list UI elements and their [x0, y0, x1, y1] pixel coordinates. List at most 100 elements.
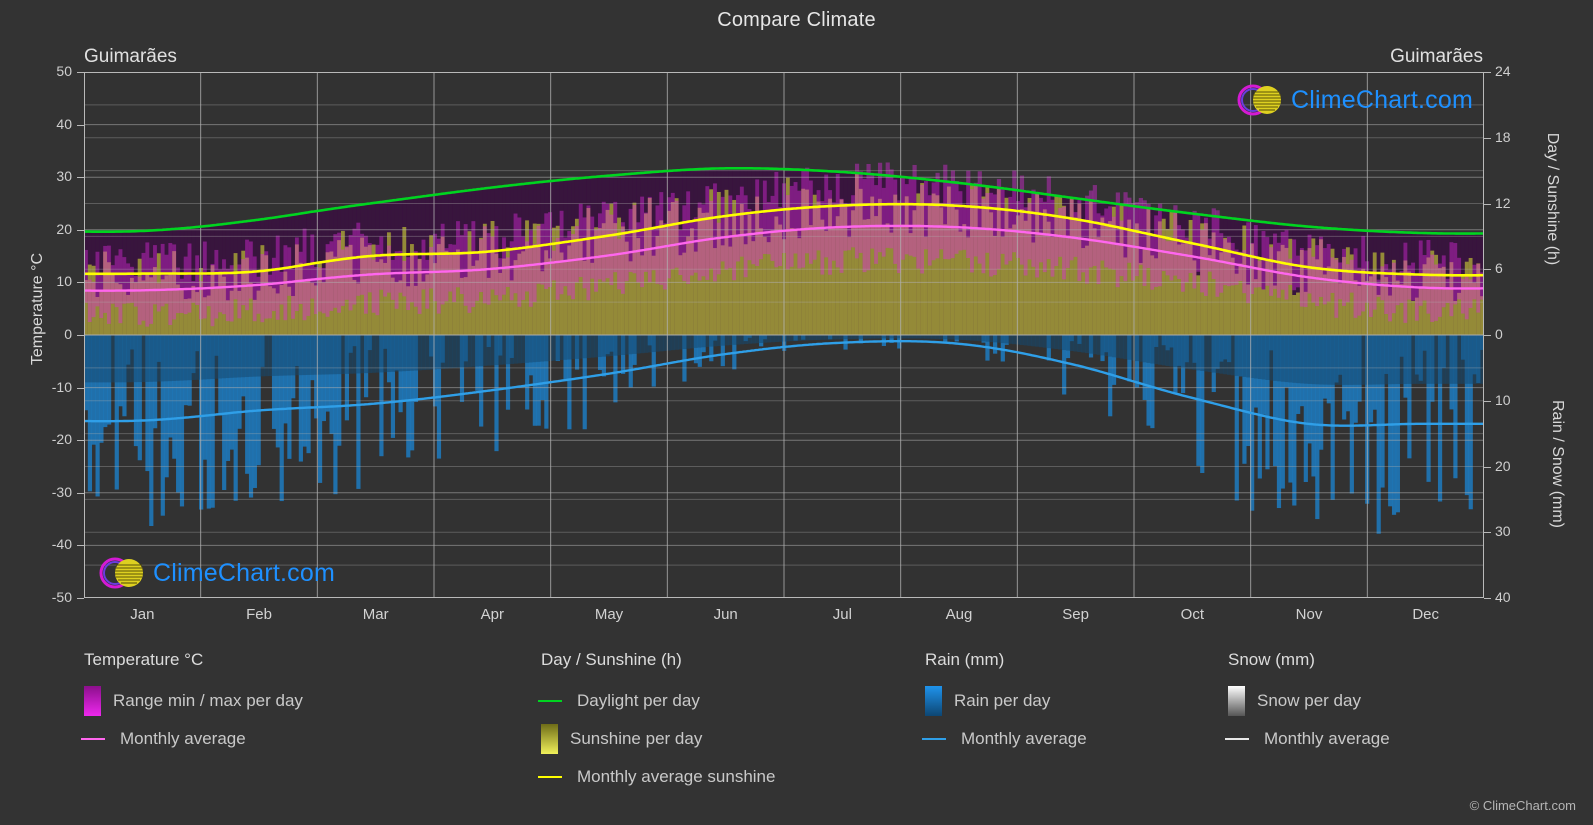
rain-wash — [1184, 335, 1190, 369]
tick-mark — [1484, 137, 1491, 139]
temperature-range-bar — [214, 249, 219, 319]
legend-item-rain[interactable]: Rain per day — [925, 682, 1087, 720]
rain-wash — [762, 335, 768, 343]
rain-wash — [559, 335, 564, 361]
rain-wash — [1173, 335, 1178, 368]
temperature-range-bar — [824, 174, 829, 258]
sunshine-bar — [1296, 292, 1301, 335]
rain-wash — [1150, 335, 1155, 364]
temperature-range-bar — [141, 252, 146, 321]
rain-wash — [950, 335, 956, 340]
temperature-range-bar — [1453, 243, 1458, 305]
rain-wash — [107, 335, 112, 383]
temperature-range-bar — [95, 251, 100, 307]
rain-wash — [1039, 335, 1044, 348]
temperature-range-bar — [348, 235, 353, 311]
temperature-range-bar — [99, 275, 104, 319]
rain-wash — [866, 335, 871, 339]
rain-wash — [298, 335, 303, 376]
rain-wash — [1119, 335, 1124, 359]
legend-item-snow-average[interactable]: Monthly average — [1225, 720, 1390, 758]
rain-wash — [739, 335, 745, 345]
rain-wash — [805, 335, 810, 341]
rain-wash — [716, 335, 722, 346]
temperature-range-bar — [1434, 264, 1439, 321]
temperature-range-bar — [793, 182, 798, 254]
rain-wash — [176, 335, 181, 381]
temperature-range-bar — [724, 217, 729, 270]
temperature-range-bar — [1449, 242, 1454, 317]
sunshine-bar — [1138, 262, 1143, 335]
temperature-range-bar — [739, 186, 745, 257]
rain-wash — [110, 335, 116, 383]
legend-item-rain-average[interactable]: Monthly average — [922, 720, 1087, 758]
legend-item-daylight[interactable]: Daylight per day — [538, 682, 775, 720]
rain-wash — [321, 335, 326, 375]
temperature-range-bar — [916, 203, 921, 269]
rain-wash — [1134, 335, 1140, 362]
temperature-range-bar — [785, 195, 791, 270]
rain-wash — [1027, 335, 1032, 346]
rain-wash — [509, 335, 514, 364]
rain-wash — [1161, 335, 1166, 366]
legend-group-rain: Rain (mm) Rain per day Monthly average — [922, 650, 1087, 758]
rain-wash — [1111, 335, 1117, 358]
temperature-range-bar — [755, 179, 760, 266]
rain-wash — [1177, 335, 1182, 368]
rain-wash — [317, 335, 323, 375]
rain-wash — [264, 335, 269, 377]
rain-wash — [862, 335, 867, 339]
temperature-range-bar — [908, 176, 913, 256]
rain-wash — [1100, 335, 1105, 356]
rain-average-line-icon — [922, 738, 946, 740]
rain-wash — [670, 335, 676, 351]
legend-item-sunshine-average[interactable]: Monthly average sunshine — [538, 758, 775, 796]
axis-tick-month: Mar — [362, 606, 389, 623]
legend-heading-snow: Snow (mm) — [1228, 650, 1315, 669]
rain-wash — [471, 335, 476, 367]
legend-group-day-sunshine: Day / Sunshine (h) Daylight per day Suns… — [538, 650, 775, 796]
temperature-range-bar — [383, 254, 388, 297]
axis-title-rain-snow: Rain / Snow (mm) — [1549, 399, 1566, 529]
legend-group-temperature: Temperature °C Range min / max per day M… — [81, 650, 303, 758]
temperature-range-bar — [1019, 175, 1025, 265]
rain-wash — [697, 335, 702, 348]
temperature-range-bar — [1157, 203, 1163, 287]
temperature-range-bar — [248, 241, 254, 299]
legend-item-sunshine[interactable]: Sunshine per day — [541, 720, 775, 758]
temperature-range-bar — [310, 234, 315, 299]
rain-wash — [1196, 335, 1201, 371]
rain-wash — [1165, 335, 1170, 366]
temperature-range-bar — [498, 258, 503, 301]
rain-wash — [1234, 335, 1239, 376]
legend-item-snow[interactable]: Snow per day — [1228, 682, 1390, 720]
snow-swatch-icon — [1228, 686, 1245, 716]
legend-item-temperature-range[interactable]: Range min / max per day — [84, 682, 303, 720]
rain-wash — [1146, 335, 1151, 363]
rain-wash — [839, 335, 844, 340]
temperature-range-bar — [107, 245, 112, 324]
temperature-range-bar — [114, 255, 119, 308]
sunshine-bar — [1411, 300, 1416, 335]
temperature-range-bar — [1388, 269, 1393, 322]
temperature-range-bar — [1460, 278, 1466, 314]
temperature-range-bar — [1326, 243, 1331, 302]
rain-wash — [993, 335, 998, 343]
rain-wash — [678, 335, 683, 350]
temperature-range-bar — [1200, 229, 1205, 293]
temperature-range-bar — [762, 180, 768, 254]
temperature-range-bar — [1008, 196, 1013, 261]
legend-item-temperature-average[interactable]: Monthly average — [81, 720, 303, 758]
rain-wash — [233, 335, 238, 378]
axis-tick-day-sunshine: 12 — [1495, 194, 1511, 211]
rain-wash — [294, 335, 300, 376]
rain-wash — [149, 335, 154, 382]
rain-wash — [1299, 335, 1305, 384]
temperature-range-bar — [1100, 215, 1105, 261]
temperature-range-bar — [417, 259, 422, 314]
rain-wash — [870, 335, 875, 339]
rain-wash — [375, 335, 380, 373]
temperature-range-bar — [1441, 255, 1446, 308]
temperature-range-bar — [306, 263, 311, 316]
rain-wash — [820, 335, 825, 340]
